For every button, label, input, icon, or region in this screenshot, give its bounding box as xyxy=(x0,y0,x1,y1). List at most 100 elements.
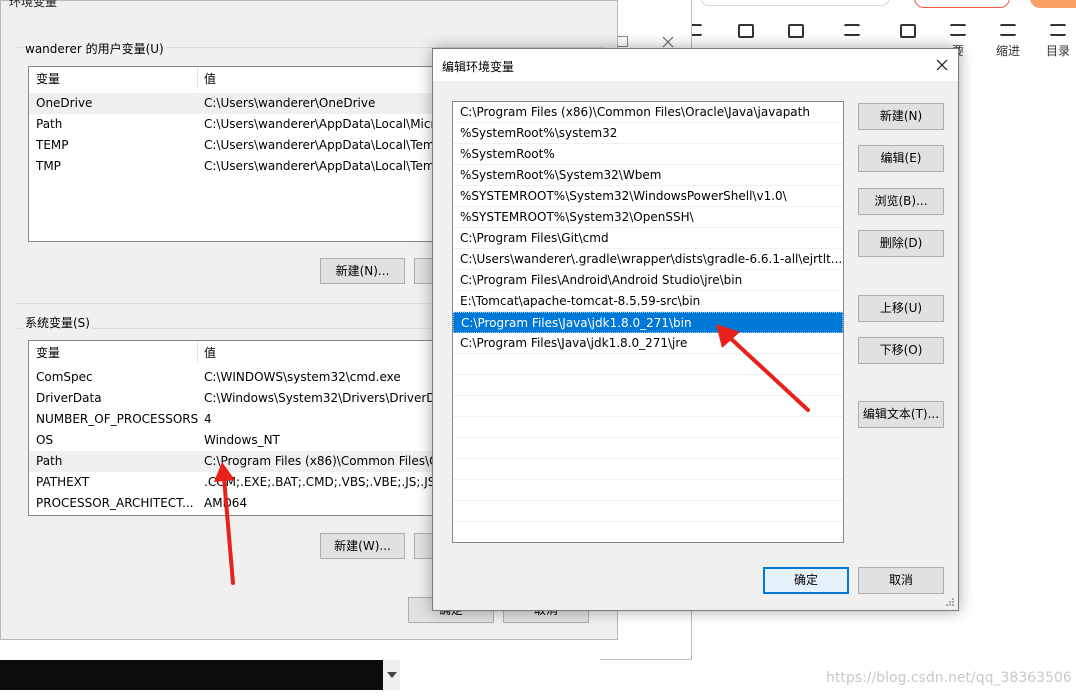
list-item[interactable]: C:\Program Files\Android\Android Studio\… xyxy=(453,270,843,291)
path-text: C:\Program Files (x86)\Common Files\Orac… xyxy=(460,105,810,119)
column-value[interactable]: 值 xyxy=(204,70,216,87)
list-item[interactable]: C:\Users\wanderer\.gradle\wrapper\dists\… xyxy=(453,249,843,270)
path-text: %SystemRoot%\system32 xyxy=(460,126,618,140)
move-up-button[interactable]: 上移(U) xyxy=(858,295,944,322)
toolbar-image[interactable] xyxy=(726,24,766,44)
path-entries-list[interactable]: C:\Program Files (x86)\Common Files\Orac… xyxy=(452,101,844,543)
var-value: C:\Users\wanderer\AppData\Local\Tem xyxy=(204,138,435,152)
empty-row[interactable] xyxy=(453,354,843,375)
empty-row[interactable] xyxy=(453,396,843,417)
toc-icon xyxy=(1050,24,1066,36)
path-text: %SYSTEMROOT%\System32\OpenSSH\ xyxy=(460,210,694,224)
path-text: %SystemRoot%\System32\Wbem xyxy=(460,168,662,182)
empty-row[interactable] xyxy=(453,501,843,522)
list-item[interactable]: %SystemRoot%\system32 xyxy=(453,123,843,144)
empty-row[interactable] xyxy=(453,375,843,396)
toolbar-divider[interactable] xyxy=(832,24,872,42)
empty-row[interactable] xyxy=(453,480,843,501)
toolbar-video[interactable] xyxy=(888,24,928,44)
browse-button[interactable]: 浏览(B)... xyxy=(858,188,944,215)
move-down-button[interactable]: 下移(O) xyxy=(858,337,944,364)
video-icon xyxy=(900,24,916,38)
path-text: C:\Program Files\Git\cmd xyxy=(460,231,609,245)
cancel-button[interactable]: 取消 xyxy=(858,567,944,594)
var-value: C:\WINDOWS\system32\cmd.exe xyxy=(204,370,401,384)
var-value: .COM;.EXE;.BAT;.CMD;.VBS;.VBE;.JS;.JSE; xyxy=(204,475,447,489)
list-item[interactable]: %SYSTEMROOT%\System32\OpenSSH\ xyxy=(453,207,843,228)
var-name: OneDrive xyxy=(36,96,93,110)
column-separator xyxy=(197,341,198,363)
layout-icon xyxy=(788,24,804,38)
path-text: C:\Program Files\Java\jdk1.8.0_271\bin xyxy=(461,316,692,330)
user-variables-list[interactable]: 变量 值 OneDrive C:\Users\wanderer\OneDrive … xyxy=(28,66,448,242)
watermark: https://blog.csdn.net/qq_38363506 xyxy=(826,670,1072,686)
system-list-header: 变量 值 xyxy=(29,341,447,363)
resize-grip-icon[interactable] xyxy=(945,597,955,607)
ok-button[interactable]: 确定 xyxy=(763,567,849,594)
close-icon[interactable] xyxy=(926,49,958,81)
maximize-icon[interactable] xyxy=(617,36,628,47)
background-red-button xyxy=(914,0,1010,8)
list-item-selected[interactable]: C:\Program Files\Java\jdk1.8.0_271\bin xyxy=(453,312,843,333)
path-text: E:\Tomcat\apache-tomcat-8.5.59-src\bin xyxy=(460,294,701,308)
var-value: C:\Users\wanderer\OneDrive xyxy=(204,96,376,110)
table-row[interactable]: PATHEXT .COM;.EXE;.BAT;.CMD;.VBS;.VBE;.JS… xyxy=(29,472,447,493)
summary-icon xyxy=(950,24,966,36)
path-text: C:\Program Files\Java\jdk1.8.0_271\jre xyxy=(460,336,688,350)
path-text: C:\Program Files\Android\Android Studio\… xyxy=(460,273,743,287)
var-value: 4 xyxy=(204,412,212,426)
var-name: Path xyxy=(36,117,63,131)
path-text: C:\Users\wanderer\.gradle\wrapper\dists\… xyxy=(460,252,843,266)
table-row[interactable]: ComSpec C:\WINDOWS\system32\cmd.exe xyxy=(29,367,447,388)
path-text: %SYSTEMROOT%\System32\WindowsPowerShell\… xyxy=(460,189,787,203)
system-variables-list[interactable]: 变量 值 ComSpec C:\WINDOWS\system32\cmd.exe … xyxy=(28,340,448,516)
scroll-down-icon[interactable] xyxy=(387,672,397,678)
empty-row[interactable] xyxy=(453,459,843,480)
empty-row[interactable] xyxy=(453,417,843,438)
var-value: C:\Windows\System32\Drivers\DriverDa xyxy=(204,391,443,405)
var-name: TEMP xyxy=(36,138,69,152)
empty-row[interactable] xyxy=(453,438,843,459)
edit-text-button[interactable]: 编辑文本(T)... xyxy=(858,401,944,428)
edit-environment-variable-dialog: 编辑环境变量 C:\Program Files (x86)\Common Fil… xyxy=(432,48,959,611)
var-name: ComSpec xyxy=(36,370,93,384)
table-row[interactable]: OneDrive C:\Users\wanderer\OneDrive xyxy=(29,93,447,114)
table-row[interactable]: NUMBER_OF_PROCESSORS 4 xyxy=(29,409,447,430)
column-variable[interactable]: 变量 xyxy=(36,344,60,361)
list-item[interactable]: %SYSTEMROOT%\System32\WindowsPowerShell\… xyxy=(453,186,843,207)
var-value: AMD64 xyxy=(204,496,248,510)
image-icon xyxy=(738,24,754,38)
list-item[interactable]: C:\Program Files (x86)\Common Files\Orac… xyxy=(453,102,843,123)
list-item[interactable]: C:\Program Files\Java\jdk1.8.0_271\jre xyxy=(453,333,843,354)
delete-button[interactable]: 删除(D) xyxy=(858,230,944,257)
new-path-button[interactable]: 新建(N) xyxy=(858,103,944,130)
edit-dialog-titlebar[interactable]: 编辑环境变量 xyxy=(433,49,958,81)
list-item[interactable]: %SystemRoot%\System32\Wbem xyxy=(453,165,843,186)
list-item[interactable]: %SystemRoot% xyxy=(453,144,843,165)
background-orange-button xyxy=(1030,0,1076,8)
list-item[interactable]: C:\Program Files\Git\cmd xyxy=(453,228,843,249)
table-row[interactable]: PROCESSOR_ARCHITECT... AMD64 xyxy=(29,493,447,514)
edit-path-button[interactable]: 编辑(E) xyxy=(858,145,944,172)
toolbar-indent[interactable]: 缩进 xyxy=(988,24,1028,59)
table-row[interactable]: DriverData C:\Windows\System32\Drivers\Dr… xyxy=(29,388,447,409)
system-new-button[interactable]: 新建(W)... xyxy=(320,533,405,559)
user-new-button[interactable]: 新建(N)... xyxy=(320,258,405,284)
toolbar-toc[interactable]: 目录 xyxy=(1038,24,1076,59)
column-variable[interactable]: 变量 xyxy=(36,70,60,87)
column-value[interactable]: 值 xyxy=(204,344,216,361)
table-row[interactable]: TEMP C:\Users\wanderer\AppData\Local\Tem xyxy=(29,135,447,156)
toolbar-layout[interactable] xyxy=(776,24,816,44)
table-row-path[interactable]: Path C:\Program Files (x86)\Common Files\… xyxy=(29,451,447,472)
table-row[interactable]: Path C:\Users\wanderer\AppData\Local\Micr xyxy=(29,114,447,135)
system-variables-group-label: 系统变量(S) xyxy=(23,314,92,331)
list-item[interactable]: E:\Tomcat\apache-tomcat-8.5.59-src\bin xyxy=(453,291,843,312)
env-dialog-title: 环境变量 xyxy=(9,0,58,9)
path-text: %SystemRoot% xyxy=(460,147,555,161)
table-row[interactable]: OS Windows_NT xyxy=(29,430,447,451)
var-name: PATHEXT xyxy=(36,475,90,489)
table-row[interactable]: TMP C:\Users\wanderer\AppData\Local\Tem xyxy=(29,156,447,177)
var-value: Windows_NT xyxy=(204,433,280,447)
user-variables-group-label: wanderer 的用户变量(U) xyxy=(23,40,166,57)
column-separator xyxy=(197,67,198,89)
